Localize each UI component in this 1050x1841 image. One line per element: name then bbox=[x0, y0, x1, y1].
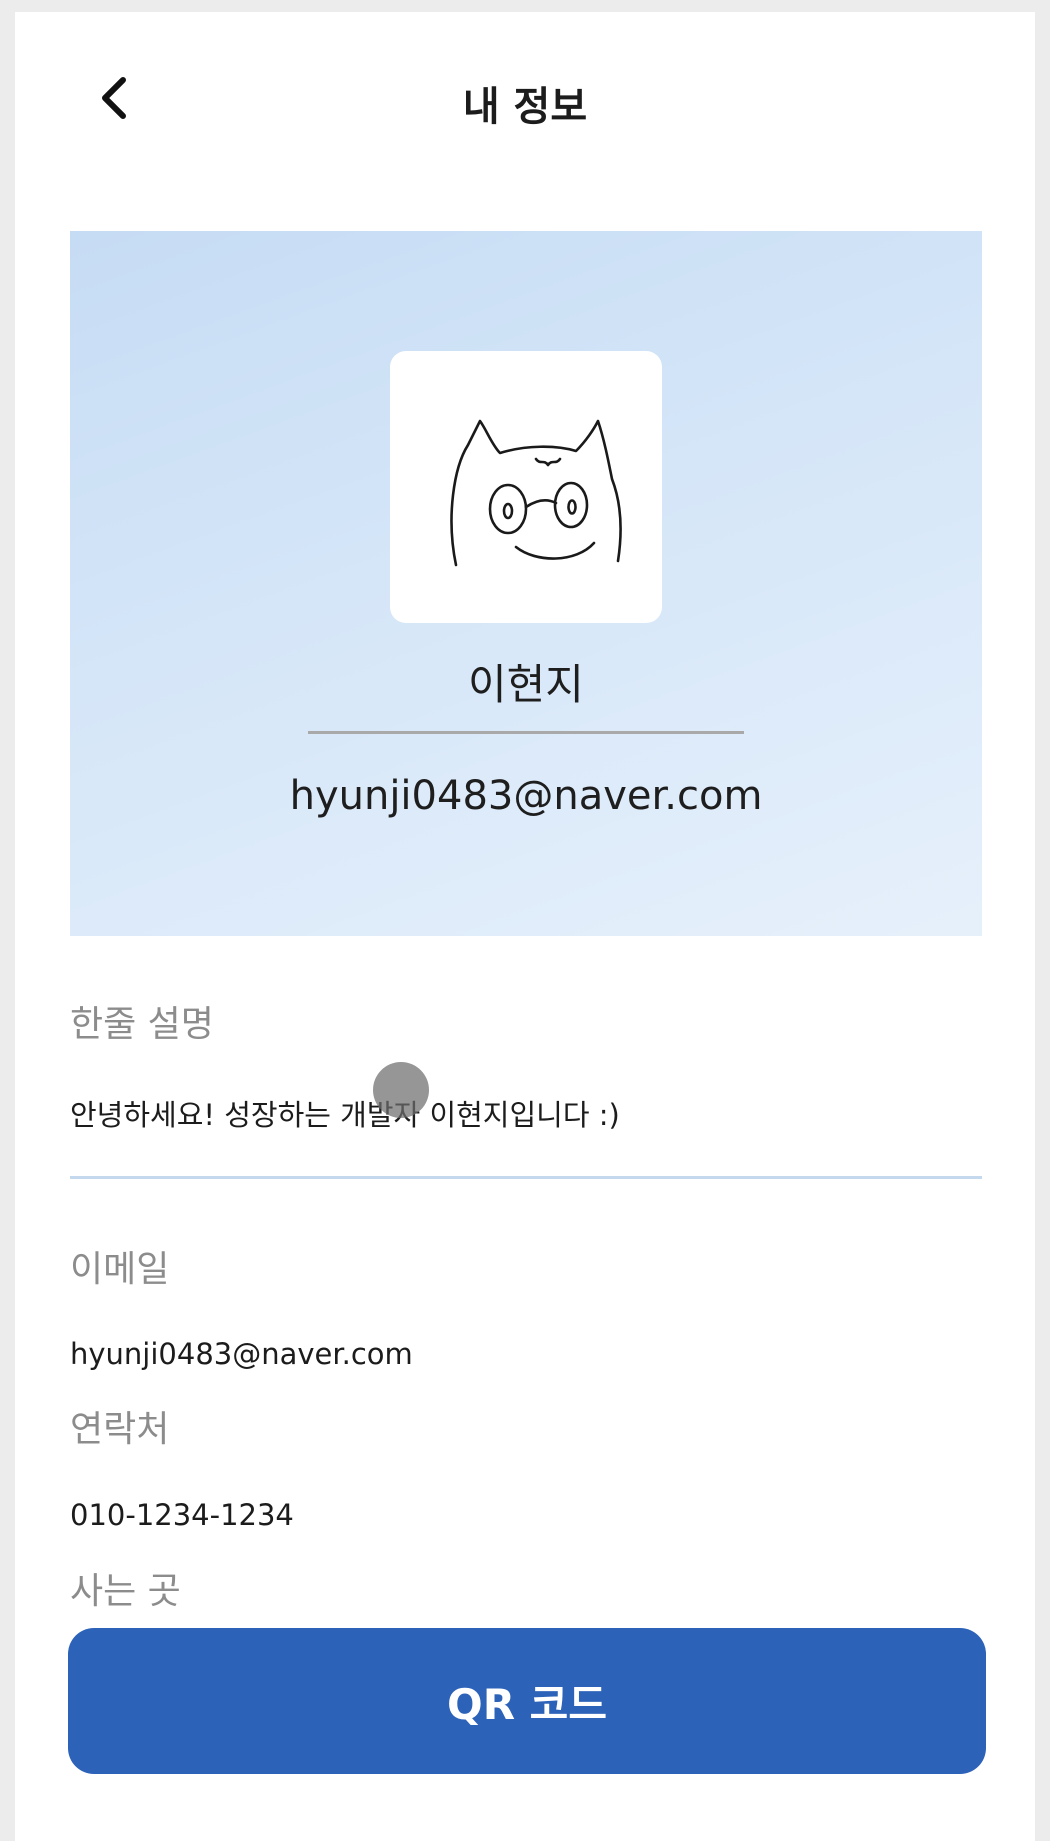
phone-label: 연락처 bbox=[70, 1409, 170, 1450]
email-value[interactable]: hyunji0483@naver.com bbox=[70, 1337, 413, 1371]
cat-face-icon bbox=[450, 419, 622, 567]
profile-card: 이현지 hyunji0483@naver.com bbox=[70, 231, 982, 936]
email-label: 이메일 bbox=[70, 1249, 170, 1290]
my-info-screen: 내 정보 이현지 hyunji0483@naver.com 한줄 설명 안녕하세… bbox=[15, 12, 1035, 1841]
phone-value[interactable]: 010-1234-1234 bbox=[70, 1498, 294, 1532]
profile-divider bbox=[308, 731, 744, 734]
profile-name: 이현지 bbox=[468, 660, 584, 709]
address-label: 사는 곳 bbox=[70, 1571, 181, 1612]
bio-label: 한줄 설명 bbox=[70, 1004, 214, 1045]
qr-code-button[interactable]: QR 코드 bbox=[68, 1628, 986, 1774]
touch-indicator bbox=[373, 1062, 429, 1118]
page-title: 내 정보 bbox=[462, 84, 588, 130]
profile-email: hyunji0483@naver.com bbox=[289, 773, 763, 819]
bio-divider bbox=[70, 1176, 982, 1179]
header: 내 정보 bbox=[15, 12, 1035, 192]
avatar[interactable] bbox=[390, 351, 662, 623]
bio-value[interactable]: 안녕하세요! 성장하는 개발자 이현지입니다 :) bbox=[70, 1092, 620, 1134]
